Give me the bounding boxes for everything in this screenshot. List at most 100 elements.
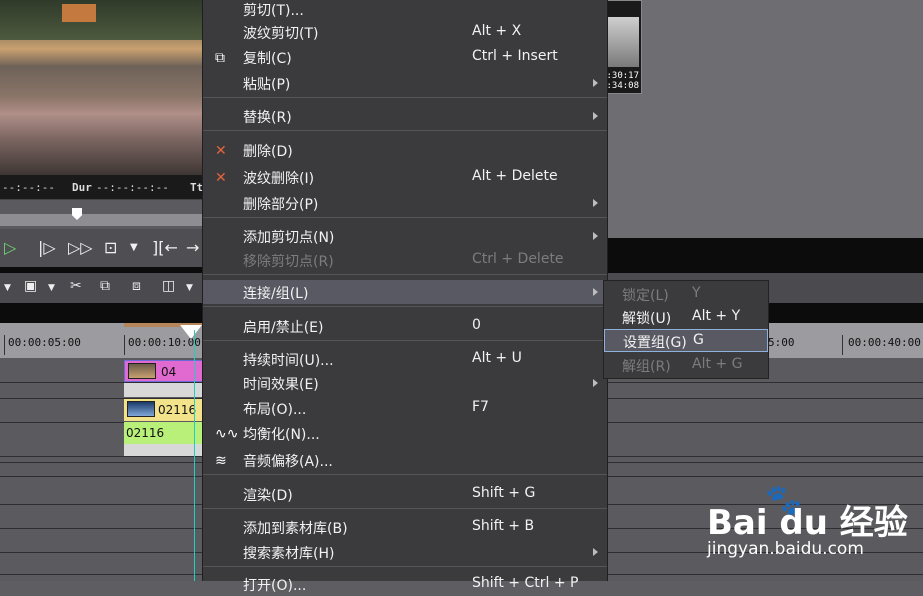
menu-item-delete-part[interactable]: 删除部分(P)	[203, 191, 607, 215]
timecode-bar: --:--:-- Dur --:--:--:-- Tt	[0, 175, 203, 199]
ruler-label: 5:00	[768, 336, 795, 349]
ruler-label: 00:00:40:00	[848, 336, 921, 349]
play-icon[interactable]: ▷	[4, 237, 16, 259]
menu-item-add-cut-point[interactable]: 添加剪切点(N)	[203, 224, 607, 248]
menu-item-layout[interactable]: 布局(O)... F7	[203, 396, 607, 420]
clip-audio-strip[interactable]	[124, 444, 204, 456]
submenu-arrow-icon	[593, 112, 598, 120]
timecode-in: --:--:--	[2, 181, 55, 194]
menu-item-enable-disable[interactable]: 启用/禁止(E) 0	[203, 314, 607, 338]
menu-separator	[203, 474, 607, 475]
menu-item-label: 波纹删除(I)	[243, 171, 315, 187]
menu-item-delete[interactable]: ✕ 删除(D)	[203, 138, 607, 162]
chevron-down-icon[interactable]: ▼	[48, 283, 55, 293]
submenu-item-set-group[interactable]: 设置组(G) G	[604, 329, 768, 352]
menu-item-label: 波纹剪切(T)	[243, 26, 319, 42]
menu-item-remove-cut-point: 移除剪切点(R) Ctrl + Delete	[203, 248, 607, 272]
menu-item-label: 持续时间(U)...	[243, 353, 334, 369]
menu-item-label: 启用/禁止(E)	[243, 320, 324, 336]
waveform-icon: ∿∿	[215, 426, 239, 442]
clip-thumbnail	[128, 363, 156, 379]
watermark-url: jingyan.baidu.com	[707, 539, 864, 559]
scissors-icon[interactable]: ✂	[70, 278, 82, 294]
loop-icon[interactable]: ⊡	[104, 237, 117, 259]
menu-item-link-group[interactable]: 连接/组(L)	[203, 280, 607, 304]
set-out-icon[interactable]: →	[186, 237, 199, 259]
playhead-line	[194, 330, 195, 581]
menu-item-cut[interactable]: 剪切(T)...	[203, 0, 607, 21]
submenu-arrow-icon	[593, 548, 598, 556]
menu-item-search-bin[interactable]: 搜索素材库(H)	[203, 540, 607, 564]
menu-item-paste[interactable]: 粘贴(P)	[203, 71, 607, 95]
menu-item-duration[interactable]: 持续时间(U)... Alt + U	[203, 347, 607, 371]
transport-controls: ▷ |▷ ▷▷ ⊡ ▼ ][← →	[0, 229, 202, 267]
menu-item-shortcut: Ctrl + Insert	[472, 48, 558, 64]
menu-item-audio-offset[interactable]: ≋ 音频偏移(A)...	[203, 448, 607, 472]
scrub-track[interactable]	[0, 214, 202, 226]
menu-item-render[interactable]: 渲染(D) Shift + G	[203, 482, 607, 506]
menu-item-open[interactable]: 打开(O)... Shift + Ctrl + P	[203, 572, 607, 596]
menu-item-add-to-bin[interactable]: 添加到素材库(B) Shift + B	[203, 515, 607, 539]
preview-monitor	[0, 0, 202, 175]
menu-separator	[203, 217, 607, 218]
menu-item-label: 布局(O)...	[243, 402, 307, 418]
timeline-clip[interactable]: 02116	[124, 399, 204, 421]
context-menu: 剪切(T)... 波纹剪切(T) Alt + X ⧉ 复制(C) Ctrl + …	[202, 0, 608, 594]
menu-item-label: 添加到素材库(B)	[243, 521, 348, 537]
menu-item-shortcut: F7	[472, 399, 489, 415]
baidu-watermark: 🐾 Bai du 经验 jingyan.baidu.com	[705, 483, 915, 563]
menu-item-copy[interactable]: ⧉ 复制(C) Ctrl + Insert	[203, 45, 607, 69]
submenu-item-label: 设置组(G)	[623, 335, 687, 351]
group-icon[interactable]: ◫	[162, 278, 175, 294]
set-in-icon[interactable]: ][←	[152, 237, 178, 259]
delete-icon: ✕	[215, 143, 227, 159]
menu-item-label: 删除部分(P)	[243, 197, 319, 213]
submenu-arrow-icon	[593, 232, 598, 240]
menu-item-shortcut: 0	[472, 317, 481, 333]
menu-item-label: 复制(C)	[243, 51, 292, 67]
timeline-clip[interactable]: 04	[124, 360, 204, 382]
bin-panel	[608, 0, 923, 238]
clip-label: 04	[161, 365, 177, 379]
ruler-label: 00:00:10:00	[128, 336, 201, 349]
timeline-clip[interactable]: 02116	[124, 422, 204, 444]
submenu-item-shortcut: Alt + G	[692, 356, 743, 372]
bin-bottom-bar	[608, 238, 923, 267]
menu-item-time-effect[interactable]: 时间效果(E)	[203, 371, 607, 395]
menu-item-label: 渲染(D)	[243, 488, 293, 504]
menu-item-label: 删除(D)	[243, 144, 293, 160]
menu-item-ripple-cut[interactable]: 波纹剪切(T) Alt + X	[203, 20, 607, 44]
menu-item-label: 音频偏移(A)...	[243, 454, 333, 470]
menu-separator	[203, 274, 607, 275]
submenu-item-ungroup: 解组(R) Alt + G	[604, 354, 768, 377]
menu-separator	[203, 508, 607, 509]
submenu-item-unlock[interactable]: 解锁(U) Alt + Y	[604, 306, 768, 329]
clip-audio-strip[interactable]	[124, 383, 204, 397]
menu-separator	[203, 306, 607, 307]
scrub-bar[interactable]	[0, 199, 202, 229]
dur-value: --:--:--:--	[96, 181, 169, 194]
copy-icon[interactable]: ⧉	[100, 278, 110, 294]
submenu-item-lock: 锁定(L) Y	[604, 283, 768, 306]
menu-item-shortcut: Alt + X	[472, 23, 522, 39]
menu-item-ripple-delete[interactable]: ✕ 波纹删除(I) Alt + Delete	[203, 165, 607, 189]
save-icon[interactable]: ▣	[24, 278, 37, 294]
menu-item-shortcut: Alt + U	[472, 350, 522, 366]
dur-label: Dur	[72, 181, 92, 194]
menu-item-label: 搜索素材库(H)	[243, 546, 335, 562]
ruler-label: 00:00:05:00	[8, 336, 81, 349]
chevron-down-icon[interactable]: ▼	[186, 283, 193, 293]
menu-separator	[203, 566, 607, 567]
menu-item-label: 剪切(T)...	[243, 3, 304, 19]
copy-icon: ⧉	[215, 50, 225, 66]
chevron-down-icon[interactable]: ▼	[4, 283, 11, 293]
menu-item-normalize[interactable]: ∿∿ 均衡化(N)...	[203, 421, 607, 445]
submenu-item-shortcut: G	[693, 332, 704, 348]
menu-item-replace[interactable]: 替换(R)	[203, 104, 607, 128]
next-frame-icon[interactable]: |▷	[38, 237, 56, 259]
paste-icon[interactable]: ⧈	[132, 278, 141, 294]
fast-forward-icon[interactable]: ▷▷	[68, 237, 93, 259]
menu-item-shortcut: Alt + Delete	[472, 168, 558, 184]
chevron-down-icon[interactable]: ▼	[130, 237, 138, 259]
submenu-item-label: 锁定(L)	[622, 288, 669, 304]
